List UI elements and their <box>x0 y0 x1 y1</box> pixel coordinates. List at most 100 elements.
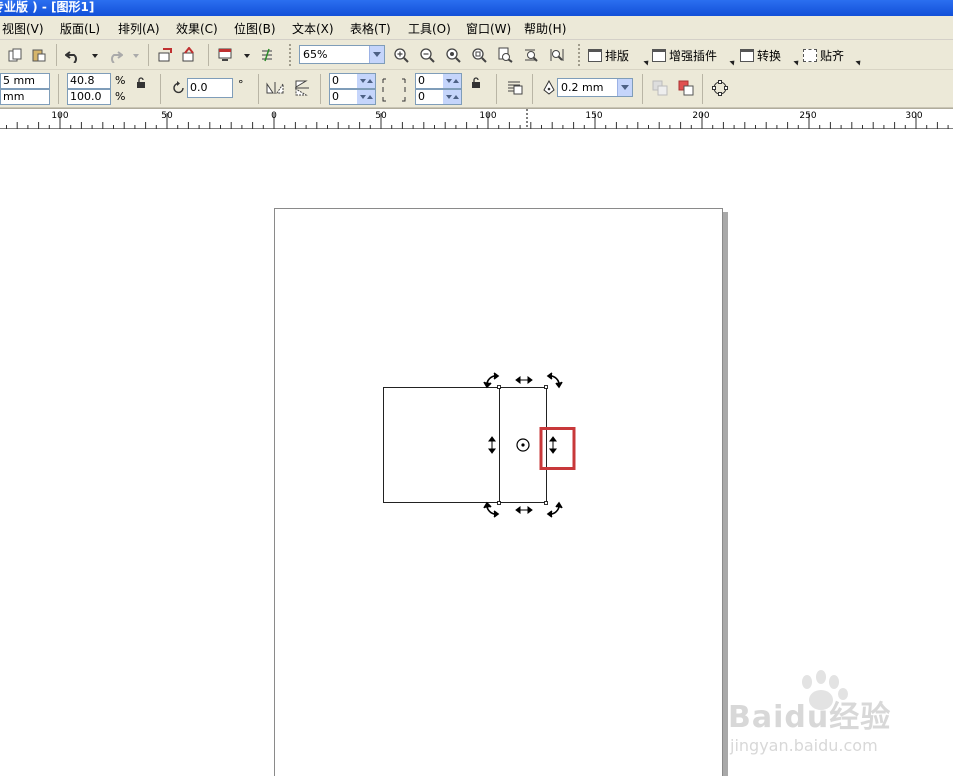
snap-button[interactable]: 贴齐 <box>803 45 844 65</box>
zoom-page-height-icon[interactable] <box>548 46 566 64</box>
ruler-label: 100 <box>51 111 69 121</box>
skew-handle-top[interactable] <box>515 376 533 384</box>
left-rectangle[interactable] <box>383 387 500 503</box>
to-back-icon[interactable] <box>677 79 695 97</box>
toolbar-separator <box>702 74 703 104</box>
rotate-handle-bottom-right[interactable] <box>546 501 563 518</box>
welcome-screen-icon[interactable] <box>258 46 276 64</box>
menu-view[interactable]: 视图(V) <box>2 20 44 37</box>
zoom-page-icon[interactable] <box>496 46 514 64</box>
spin-arrows-icon[interactable] <box>443 90 461 104</box>
drawing-workspace[interactable]: Baidu经验 jingyan.baidu.com <box>0 129 953 776</box>
zoom-selected-icon[interactable] <box>444 46 462 64</box>
outline-width-select[interactable]: 0.2 mm <box>557 78 633 97</box>
lock-ratio-icon[interactable] <box>132 74 150 92</box>
property-bar: 5 mm mm 40.8 100.0 % % 0.0 ° 0 0 0 0 0.2… <box>0 70 953 108</box>
object-height-field[interactable]: mm <box>0 89 50 105</box>
degree-unit: ° <box>238 78 244 91</box>
menu-effects[interactable]: 效果(C) <box>176 20 218 37</box>
toolbar-grip <box>578 44 580 66</box>
skew-handle-right[interactable] <box>549 436 557 454</box>
chevron-down-icon[interactable] <box>369 46 384 63</box>
rotate-handle-top-right[interactable] <box>546 372 563 389</box>
menu-table[interactable]: 表格(T) <box>350 20 391 37</box>
redo-icon[interactable] <box>106 46 124 64</box>
highlight-annotation-box <box>539 427 576 470</box>
enhance-plugin-dropdown-icon[interactable] <box>729 58 737 66</box>
spin-arrows-icon[interactable] <box>443 74 461 88</box>
object-width-field[interactable]: 5 mm <box>0 73 50 89</box>
spin-arrows-icon[interactable] <box>357 90 375 104</box>
scale-x-value: 40.8 <box>70 74 95 87</box>
paste-icon[interactable] <box>30 46 48 64</box>
ruler-label: 0 <box>271 111 277 121</box>
rotation-center-icon[interactable] <box>516 438 530 452</box>
menu-text[interactable]: 文本(X) <box>292 20 334 37</box>
rotate-icon <box>170 79 188 97</box>
toolbar-separator <box>258 74 259 104</box>
toolbar-separator <box>160 74 161 104</box>
layout-button[interactable]: 排版 <box>588 45 629 65</box>
toolbar-separator <box>208 44 209 66</box>
zoom-out-icon[interactable] <box>418 46 436 64</box>
undo-icon[interactable] <box>64 46 82 64</box>
ruler-label: 300 <box>905 111 923 121</box>
import-icon[interactable] <box>156 46 174 64</box>
to-front-icon[interactable] <box>651 79 669 97</box>
corner-radius-top-right-value: 0 <box>418 74 425 87</box>
text-wrap-icon[interactable] <box>506 79 524 97</box>
application-launcher-icon[interactable] <box>216 46 234 64</box>
zoom-in-icon[interactable] <box>392 46 410 64</box>
corner-lock-icon[interactable] <box>467 74 485 92</box>
convert-to-curves-icon[interactable] <box>711 79 729 97</box>
undo-dropdown-icon[interactable] <box>92 54 98 58</box>
mirror-vertical-icon[interactable] <box>293 79 311 97</box>
object-width-value: 5 mm <box>3 74 35 87</box>
zoom-page-width-icon[interactable] <box>522 46 540 64</box>
snap-dropdown-icon[interactable] <box>855 58 863 66</box>
scale-x-unit: % <box>115 74 126 87</box>
menu-window[interactable]: 窗口(W) <box>466 20 511 37</box>
convert-dropdown-icon[interactable] <box>793 58 801 66</box>
chevron-down-icon[interactable] <box>617 79 632 96</box>
zoom-all-objects-icon[interactable] <box>470 46 488 64</box>
zoom-level-select[interactable]: 65% <box>299 45 385 64</box>
corner-radius-bottom-right[interactable]: 0 <box>415 89 462 105</box>
corner-radius-top-right[interactable]: 0 <box>415 73 462 89</box>
copy-icon[interactable] <box>6 46 24 64</box>
ruler-label: 50 <box>161 111 173 121</box>
redo-dropdown-icon[interactable] <box>133 54 139 58</box>
ruler-label: 250 <box>799 111 817 121</box>
scale-y-value: 100.0 <box>70 90 102 103</box>
corner-link-icon <box>379 78 409 102</box>
ruler-label: 150 <box>585 111 603 121</box>
mirror-horizontal-icon[interactable] <box>266 79 284 97</box>
menu-arrange[interactable]: 排列(A) <box>118 20 160 37</box>
menu-bitmap[interactable]: 位图(B) <box>234 20 276 37</box>
corner-radius-top-left[interactable]: 0 <box>329 73 376 89</box>
enhance-plugin-button[interactable]: 增强插件 <box>652 45 717 65</box>
toolbar-separator <box>532 74 533 104</box>
spin-arrows-icon[interactable] <box>357 74 375 88</box>
corner-radius-bottom-left[interactable]: 0 <box>329 89 376 105</box>
skew-handle-bottom[interactable] <box>515 506 533 514</box>
toolbar-separator <box>320 74 321 104</box>
export-icon[interactable] <box>180 46 198 64</box>
menu-help[interactable]: 帮助(H) <box>524 20 566 37</box>
skew-handle-left[interactable] <box>488 436 496 454</box>
rotate-handle-top-left[interactable] <box>483 372 500 389</box>
menu-tools[interactable]: 工具(O) <box>408 20 451 37</box>
launcher-dropdown-icon[interactable] <box>244 54 250 58</box>
rotation-angle-field[interactable]: 0.0 <box>187 78 233 98</box>
enhance-plugin-icon <box>652 48 666 62</box>
horizontal-ruler[interactable]: 100 50 0 50 100 150 200 250 300 <box>0 108 953 129</box>
layout-icon <box>588 48 602 62</box>
scale-y-field[interactable]: 100.0 <box>67 89 111 105</box>
rotate-handle-bottom-left[interactable] <box>483 501 500 518</box>
snap-button-label: 贴齐 <box>820 48 845 63</box>
scale-x-field[interactable]: 40.8 <box>67 73 111 89</box>
menu-layout[interactable]: 版面(L) <box>60 20 100 37</box>
layout-button-label: 排版 <box>605 48 630 63</box>
layout-dropdown-icon[interactable] <box>643 58 651 66</box>
convert-button[interactable]: 转换 <box>740 45 781 65</box>
